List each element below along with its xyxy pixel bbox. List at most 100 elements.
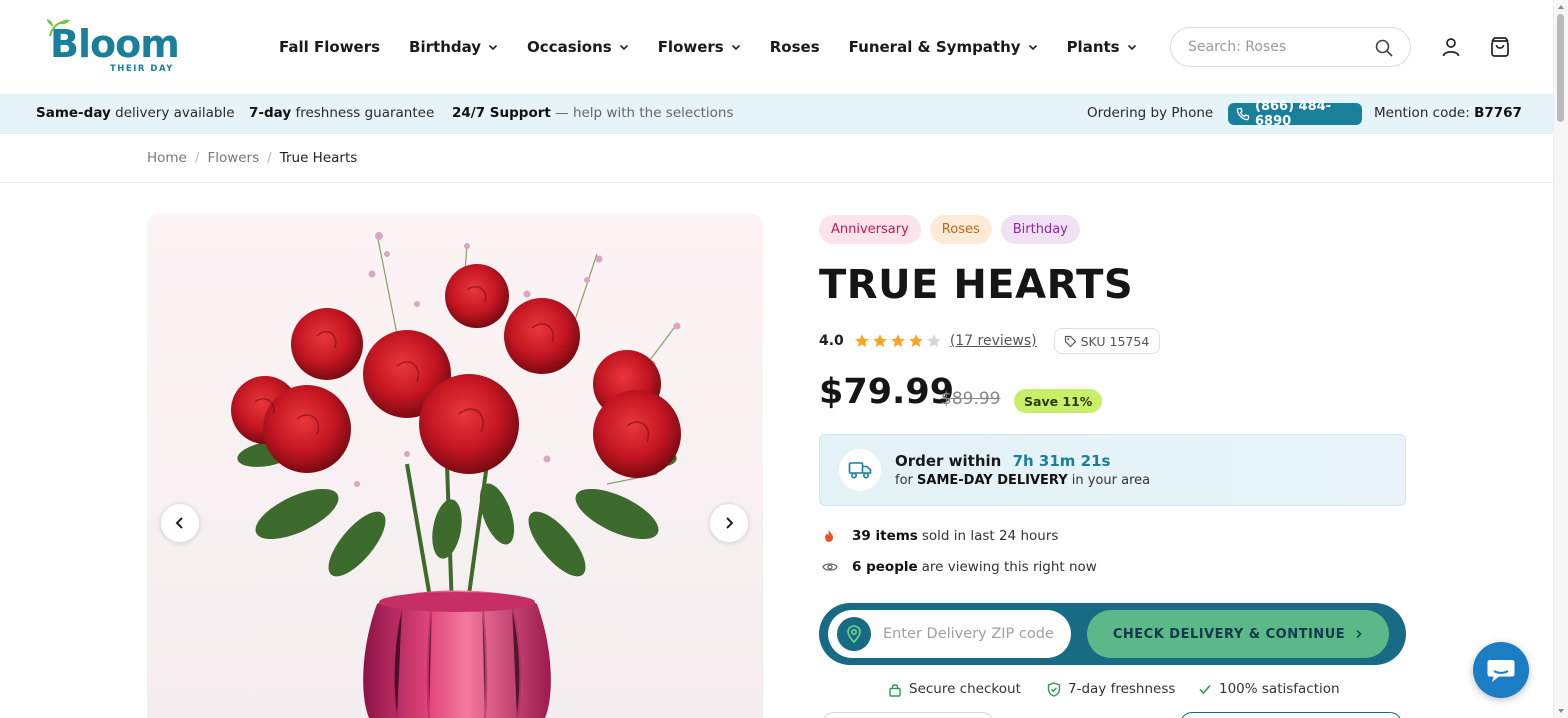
nav-item-label: Occasions bbox=[527, 38, 612, 56]
order-within-line: Order within 7h 31m 21s bbox=[895, 452, 1110, 470]
chevron-right-icon bbox=[1356, 629, 1362, 639]
breadcrumb: Home / Flowers / True Hearts bbox=[147, 150, 357, 166]
nav-item-funeral-sympathy[interactable]: Funeral & Sympathy bbox=[849, 38, 1038, 56]
star-filled-icon bbox=[891, 334, 905, 347]
nav-item-birthday[interactable]: Birthday bbox=[409, 38, 498, 56]
star-empty-icon bbox=[927, 334, 941, 347]
sold-count-stat: 39 items sold in last 24 hours bbox=[822, 528, 1058, 544]
product-photo bbox=[231, 232, 681, 718]
truck-icon-wrapper bbox=[839, 449, 881, 491]
gallery-prev-button[interactable] bbox=[160, 503, 200, 543]
chat-button[interactable] bbox=[1473, 642, 1529, 698]
nav-item-label: Birthday bbox=[409, 38, 482, 56]
mention-code-label: Mention code: bbox=[1374, 105, 1470, 121]
option-card-partial bbox=[822, 712, 994, 718]
sold-text: sold in last 24 hours bbox=[921, 528, 1059, 544]
chevron-down-icon bbox=[488, 44, 498, 51]
sku-text: SKU 15754 bbox=[1080, 333, 1150, 349]
nav-item-roses[interactable]: Roses bbox=[770, 38, 820, 56]
product-image-gallery bbox=[147, 214, 763, 718]
zip-check-bar: CHECK DELIVERY & CONTINUE bbox=[819, 603, 1406, 665]
shield-check-icon bbox=[1047, 681, 1061, 697]
support-text: — help with the selections bbox=[555, 105, 734, 121]
chevron-left-icon bbox=[175, 517, 183, 529]
viewers-stat: 6 people are viewing this right now bbox=[822, 559, 1097, 575]
discount-badge: Save 11% bbox=[1014, 389, 1103, 413]
location-pin-icon-wrapper bbox=[837, 617, 871, 651]
support-label: 24/7 Support bbox=[452, 105, 551, 121]
trust-satisfaction: 100% satisfaction bbox=[1198, 681, 1340, 697]
mention-code-value: B7767 bbox=[1474, 105, 1522, 121]
tag-anniversary[interactable]: Anniversary bbox=[819, 215, 921, 244]
star-filled-icon bbox=[909, 334, 923, 347]
freshness-note: 7-day freshness guarantee bbox=[249, 105, 434, 121]
user-icon[interactable] bbox=[1440, 36, 1462, 58]
breadcrumb-flowers[interactable]: Flowers bbox=[207, 150, 259, 166]
product-tags: Anniversary Roses Birthday bbox=[819, 215, 1080, 244]
truck-icon bbox=[848, 462, 872, 479]
phone-number-button[interactable]: (866) 484-6890 bbox=[1228, 99, 1362, 129]
eye-icon bbox=[822, 563, 838, 571]
brand-name: Bloom bbox=[50, 22, 180, 66]
tag-icon bbox=[1064, 335, 1076, 348]
phone-icon bbox=[1236, 107, 1250, 121]
star-rating bbox=[854, 333, 942, 349]
order-within-label: Order within bbox=[895, 452, 1002, 470]
tag-roses[interactable]: Roses bbox=[929, 215, 992, 244]
zip-code-input[interactable] bbox=[883, 624, 1063, 644]
phone-order-label: Ordering by Phone bbox=[1087, 105, 1214, 121]
nav-item-occasions[interactable]: Occasions bbox=[527, 38, 629, 56]
product-title: TRUE HEARTS bbox=[819, 262, 1134, 308]
nav-item-flowers[interactable]: Flowers bbox=[658, 38, 741, 56]
same-day-label: Same-day bbox=[36, 105, 111, 121]
reviews-link[interactable]: (17 reviews) bbox=[950, 333, 1037, 349]
search-icon[interactable] bbox=[1374, 38, 1394, 58]
scroll-down-arrow-icon[interactable] bbox=[1557, 707, 1565, 715]
nav-item-label: Plants bbox=[1066, 38, 1120, 56]
breadcrumb-current: True Hearts bbox=[279, 150, 358, 166]
support-note: 24/7 Support — help with the selections bbox=[452, 105, 734, 121]
viewers-count: 6 people bbox=[852, 559, 918, 575]
option-card-partial bbox=[1180, 712, 1402, 718]
trust-secure-checkout: Secure checkout bbox=[888, 681, 1021, 697]
mention-code: Mention code: B7767 bbox=[1374, 105, 1522, 121]
chevron-down-icon bbox=[731, 44, 740, 51]
chevron-down-icon bbox=[1028, 44, 1037, 51]
scroll-up-arrow-icon[interactable] bbox=[1557, 3, 1565, 11]
nav-item-plants[interactable]: Plants bbox=[1067, 38, 1137, 56]
nav-item-fall-flowers[interactable]: Fall Flowers bbox=[279, 38, 380, 56]
gallery-next-button[interactable] bbox=[709, 503, 749, 543]
brand-logo[interactable]: Bloom THEIR DAY bbox=[46, 18, 180, 76]
phone-number: (866) 484-6890 bbox=[1255, 99, 1332, 129]
same-day-delivery-note: Same-day delivery available bbox=[36, 105, 235, 121]
freshness-label: 7-day bbox=[249, 105, 292, 121]
shopping-bag-icon[interactable] bbox=[1489, 36, 1511, 58]
original-price: $89.99 bbox=[941, 389, 1001, 409]
sku-badge: SKU 15754 bbox=[1053, 328, 1161, 354]
area-text: in your area bbox=[1071, 473, 1151, 488]
scrollbar-thumb[interactable] bbox=[1557, 14, 1564, 122]
star-filled-icon bbox=[873, 334, 887, 347]
check-delivery-button[interactable]: CHECK DELIVERY & CONTINUE bbox=[1087, 610, 1389, 658]
same-day-text: SAME-DAY DELIVERY bbox=[917, 473, 1068, 488]
search-input[interactable] bbox=[1188, 37, 1368, 57]
main-nav: Fall Flowers Birthday Occasions Flowers … bbox=[279, 36, 1137, 58]
nav-item-label: Flowers bbox=[657, 38, 724, 56]
current-price: $79.99 bbox=[819, 372, 955, 412]
search-box bbox=[1170, 27, 1411, 67]
breadcrumb-separator: / bbox=[194, 150, 200, 166]
delivery-countdown-panel: Order within 7h 31m 21s for SAME-DAY DEL… bbox=[819, 434, 1406, 506]
breadcrumb-home[interactable]: Home bbox=[147, 150, 187, 166]
sold-count: 39 items bbox=[852, 528, 918, 544]
trust-freshness: 7-day freshness bbox=[1047, 681, 1175, 697]
freshness-text: 7-day freshness bbox=[1068, 681, 1176, 697]
tag-birthday[interactable]: Birthday bbox=[1000, 215, 1080, 244]
freshness-text: freshness guarantee bbox=[295, 105, 435, 121]
fire-icon bbox=[825, 530, 833, 542]
rating-row: 4.0 (17 reviews) SKU 15754 bbox=[819, 328, 1161, 354]
viewers-text: are viewing this right now bbox=[921, 559, 1097, 575]
countdown-timer: 7h 31m 21s bbox=[1012, 452, 1111, 470]
site-header: Bloom THEIR DAY Fall Flowers Birthday Oc… bbox=[0, 0, 1553, 94]
secure-checkout-text: Secure checkout bbox=[909, 681, 1021, 697]
same-day-line: for SAME-DAY DELIVERY in your area bbox=[895, 473, 1150, 488]
